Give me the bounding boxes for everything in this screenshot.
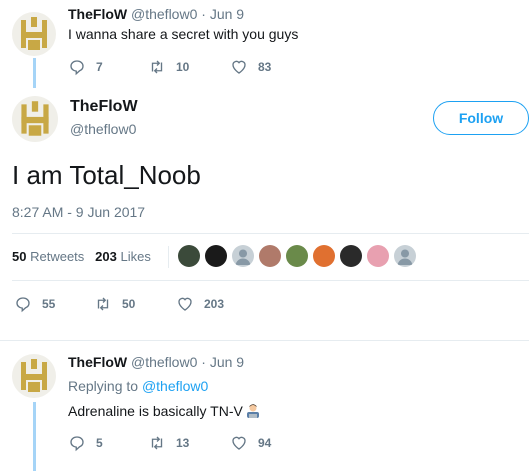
heart-icon [232, 436, 246, 450]
retweet-icon [97, 297, 109, 311]
retweet-count: 13 [176, 436, 190, 450]
reply-date[interactable]: Jun 9 [210, 354, 244, 370]
default-user-icon [235, 249, 251, 265]
like-button[interactable]: 83 [230, 58, 271, 76]
reply-icon [70, 436, 84, 452]
tweet-date[interactable]: Jun 9 [210, 6, 244, 22]
heart-icon [232, 60, 246, 74]
reply-count: 55 [42, 297, 56, 311]
likes-stat-label: Likes [120, 249, 151, 264]
retweet-count: 10 [176, 60, 190, 74]
like-count: 94 [258, 436, 272, 450]
retweets-stat[interactable]: 50 Retweets [12, 249, 84, 264]
reply-author-name[interactable]: TheFloW [68, 354, 127, 370]
replying-to: Replying to @theflow0 [68, 378, 208, 394]
reply-icon [70, 60, 84, 76]
reply-count: 7 [96, 60, 103, 74]
reply-like-button[interactable]: 94 [230, 434, 271, 452]
separator-dot: · [201, 354, 206, 370]
main-avatar[interactable] [12, 96, 58, 142]
avatar-logo-icon [21, 359, 47, 392]
main-author-handle[interactable]: @theflow0 [70, 121, 136, 137]
liker-avatar[interactable] [178, 245, 200, 267]
liker-avatar[interactable] [232, 245, 254, 267]
reply-text: Adrenaline is basically TN-V [68, 403, 243, 419]
replying-to-link[interactable]: @theflow0 [142, 378, 208, 394]
reply-header: TheFloW @theflow0 · Jun 9 [68, 354, 244, 370]
tweet-text: I wanna share a secret with you guys [68, 26, 299, 42]
divider [0, 340, 529, 341]
main-author-name[interactable]: TheFloW [70, 98, 138, 116]
like-count: 203 [204, 297, 225, 311]
divider [12, 280, 529, 281]
man-technologist-emoji-icon [245, 403, 261, 419]
reply-button[interactable]: 7 [68, 58, 103, 76]
likers-list [178, 245, 438, 269]
retweet-count: 50 [122, 297, 136, 311]
engagement-stats: 50 Retweets 203 Likes [12, 249, 151, 264]
reply-text-line: Adrenaline is basically TN-V [68, 403, 261, 419]
main-retweet-button[interactable]: 50 [94, 295, 135, 313]
follow-button[interactable]: Follow [433, 101, 529, 135]
main-reply-button[interactable]: 55 [14, 295, 55, 313]
thread-line-top [33, 58, 36, 88]
avatar-logo-icon [21, 17, 47, 50]
retweet-icon [151, 60, 163, 74]
reply-avatar[interactable] [12, 354, 56, 398]
avatar-logo-icon [21, 101, 49, 136]
liker-avatar[interactable] [313, 245, 335, 267]
default-user-icon [397, 249, 413, 265]
thread-line-bottom [33, 402, 36, 471]
heart-icon [178, 297, 192, 311]
retweet-button[interactable]: 10 [148, 58, 189, 76]
liker-avatar[interactable] [286, 245, 308, 267]
liker-avatar[interactable] [394, 245, 416, 267]
divider [12, 233, 529, 234]
liker-avatar[interactable] [205, 245, 227, 267]
like-count: 83 [258, 60, 272, 74]
reply-count: 5 [96, 436, 103, 450]
author-handle[interactable]: @theflow0 [131, 6, 197, 22]
liker-avatar[interactable] [367, 245, 389, 267]
likes-stat-count: 203 [95, 249, 117, 264]
main-timestamp[interactable]: 8:27 AM - 9 Jun 2017 [12, 204, 145, 220]
retweets-stat-label: Retweets [30, 249, 85, 264]
main-like-button[interactable]: 203 [176, 295, 224, 313]
tweet-header: TheFloW @theflow0 · Jun 9 [68, 6, 244, 22]
retweet-icon [151, 436, 163, 450]
reply-retweet-button[interactable]: 13 [148, 434, 189, 452]
liker-avatar[interactable] [340, 245, 362, 267]
avatar[interactable] [12, 12, 56, 56]
reply-reply-button[interactable]: 5 [68, 434, 103, 452]
liker-avatar[interactable] [259, 245, 281, 267]
main-tweet-text: I am Total_Noob [12, 160, 201, 190]
reply-icon [16, 297, 30, 313]
retweets-stat-count: 50 [12, 249, 27, 264]
likers-avatars [168, 246, 169, 268]
separator-dot: · [201, 6, 206, 22]
reply-author-handle[interactable]: @theflow0 [131, 354, 197, 370]
likes-stat[interactable]: 203 Likes [95, 249, 151, 264]
replying-to-prefix: Replying to [68, 378, 139, 394]
author-name[interactable]: TheFloW [68, 6, 127, 22]
